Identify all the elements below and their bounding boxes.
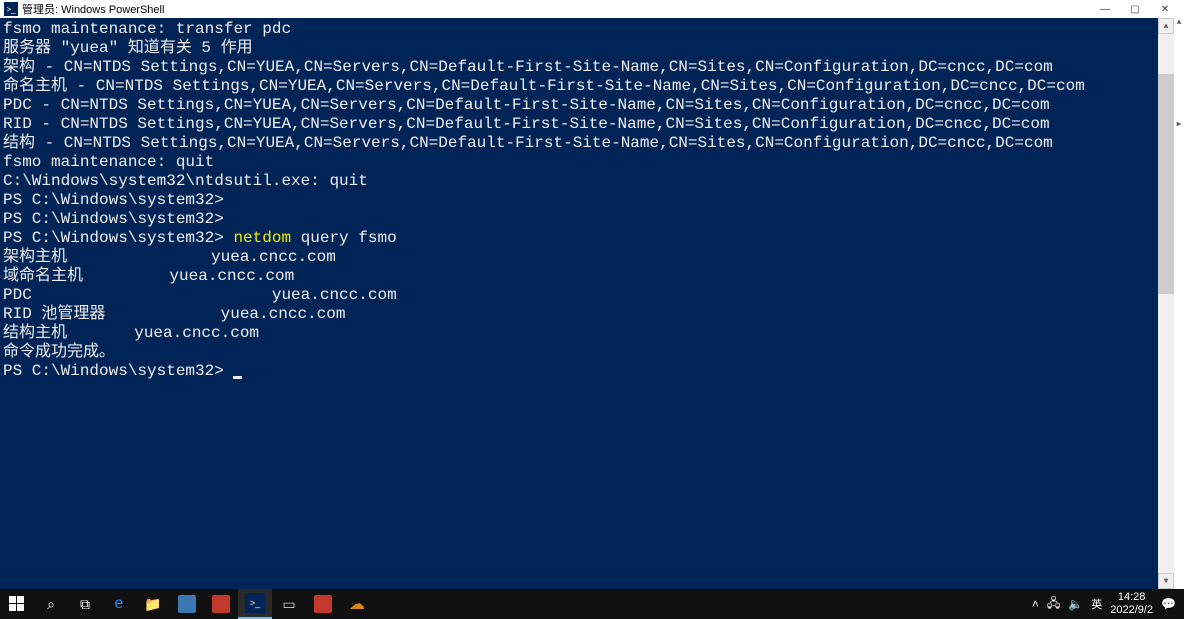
volume-icon[interactable]: 🔈 bbox=[1068, 597, 1083, 611]
terminal-line: 命令成功完成。 bbox=[3, 343, 1155, 362]
scrollbar-thumb[interactable] bbox=[1158, 74, 1174, 294]
app-button-1[interactable] bbox=[170, 589, 204, 619]
ime-indicator[interactable]: 英 bbox=[1091, 596, 1102, 612]
clock[interactable]: 14:28 2022/9/2 bbox=[1110, 591, 1153, 617]
red-app-icon-2 bbox=[314, 595, 332, 613]
terminal-line: PS C:\Windows\system32> bbox=[3, 191, 1155, 210]
window-controls: — ▢ ✕ bbox=[1090, 0, 1180, 18]
tray-chevron-icon[interactable]: ˄ bbox=[1032, 597, 1039, 611]
scroll-down-button[interactable]: ▼ bbox=[1158, 573, 1174, 589]
scrollbar-track[interactable] bbox=[1158, 34, 1174, 573]
terminal-line: 服务器 "yuea" 知道有关 5 作用 bbox=[3, 39, 1155, 58]
folder-icon: 📁 bbox=[144, 596, 161, 613]
scroll-right-icon[interactable]: ▶ bbox=[1174, 119, 1184, 133]
terminal-line: 结构 - CN=NTDS Settings,CN=YUEA,CN=Servers… bbox=[3, 134, 1155, 153]
blue-app-icon bbox=[178, 595, 196, 613]
search-icon: ⌕ bbox=[47, 596, 55, 613]
orange-app-icon: ☁ bbox=[349, 594, 365, 614]
taskbar[interactable]: ⌕ ⧉ e 📁 >_ ▭ ☁ ˄ 🖧 🔈 英 14:28 2022/9/2 💬 bbox=[0, 589, 1184, 619]
powershell-taskbar-button[interactable]: >_ bbox=[238, 589, 272, 619]
terminal-line: PS C:\Windows\system32> bbox=[3, 210, 1155, 229]
app-button-2[interactable] bbox=[204, 589, 238, 619]
terminal-line: PS C:\Windows\system32> bbox=[3, 362, 1155, 381]
terminal-line: RID 池管理器 yuea.cncc.com bbox=[3, 305, 1155, 324]
task-view-button[interactable]: ⧉ bbox=[68, 589, 102, 619]
terminal-line: C:\Windows\system32\ntdsutil.exe: quit bbox=[3, 172, 1155, 191]
powershell-window: >_ 管理员: Windows PowerShell — ▢ ✕ fsmo ma… bbox=[0, 0, 1184, 589]
ie-icon: e bbox=[115, 595, 124, 613]
terminal-line: 命名主机 - CN=NTDS Settings,CN=YUEA,CN=Serve… bbox=[3, 77, 1155, 96]
clock-time: 14:28 bbox=[1110, 591, 1153, 604]
terminal-line: fsmo maintenance: quit bbox=[3, 153, 1155, 172]
vertical-scrollbar[interactable]: ▲ ▼ bbox=[1158, 18, 1174, 589]
terminal-line: 结构主机 yuea.cncc.com bbox=[3, 324, 1155, 343]
powershell-taskbar-icon: >_ bbox=[245, 593, 265, 613]
terminal-line: PDC yuea.cncc.com bbox=[3, 286, 1155, 305]
notification-icon[interactable]: 💬 bbox=[1161, 597, 1176, 611]
task-view-icon: ⧉ bbox=[80, 596, 90, 613]
terminal-line: PS C:\Windows\system32> netdom query fsm… bbox=[3, 229, 1155, 248]
secondary-scrollbar: ▲ ▶ bbox=[1174, 18, 1184, 589]
titlebar[interactable]: >_ 管理员: Windows PowerShell — ▢ ✕ bbox=[0, 0, 1184, 18]
system-tray[interactable]: ˄ 🖧 🔈 英 14:28 2022/9/2 💬 bbox=[1024, 591, 1184, 617]
cmd-icon: ▭ bbox=[282, 596, 295, 613]
search-button[interactable]: ⌕ bbox=[34, 589, 68, 619]
powershell-icon: >_ bbox=[4, 2, 18, 16]
scroll-up-icon[interactable]: ▲ bbox=[1174, 18, 1184, 32]
terminal-line: 域命名主机 yuea.cncc.com bbox=[3, 267, 1155, 286]
app-button-3[interactable] bbox=[306, 589, 340, 619]
explorer-button[interactable]: 📁 bbox=[136, 589, 170, 619]
network-icon[interactable]: 🖧 bbox=[1047, 594, 1060, 615]
terminal-output[interactable]: fsmo maintenance: transfer pdc服务器 "yuea"… bbox=[0, 18, 1158, 589]
start-button[interactable] bbox=[0, 589, 34, 619]
windows-logo-icon bbox=[9, 596, 25, 612]
window-title: 管理员: Windows PowerShell bbox=[22, 1, 164, 17]
terminal-line: 架构主机 yuea.cncc.com bbox=[3, 248, 1155, 267]
close-button[interactable]: ✕ bbox=[1150, 0, 1180, 18]
minimize-button[interactable]: — bbox=[1090, 0, 1120, 18]
red-app-icon bbox=[212, 595, 230, 613]
terminal-line: fsmo maintenance: transfer pdc bbox=[3, 20, 1155, 39]
terminal-wrap: fsmo maintenance: transfer pdc服务器 "yuea"… bbox=[0, 18, 1184, 589]
cursor bbox=[233, 376, 242, 379]
terminal-line: RID - CN=NTDS Settings,CN=YUEA,CN=Server… bbox=[3, 115, 1155, 134]
scroll-up-button[interactable]: ▲ bbox=[1158, 18, 1174, 34]
clock-date: 2022/9/2 bbox=[1110, 604, 1153, 617]
terminal-line: PDC - CN=NTDS Settings,CN=YUEA,CN=Server… bbox=[3, 96, 1155, 115]
ie-button[interactable]: e bbox=[102, 589, 136, 619]
terminal-line: 架构 - CN=NTDS Settings,CN=YUEA,CN=Servers… bbox=[3, 58, 1155, 77]
maximize-button[interactable]: ▢ bbox=[1120, 0, 1150, 18]
cmd-button[interactable]: ▭ bbox=[272, 589, 306, 619]
app-button-4[interactable]: ☁ bbox=[340, 589, 374, 619]
